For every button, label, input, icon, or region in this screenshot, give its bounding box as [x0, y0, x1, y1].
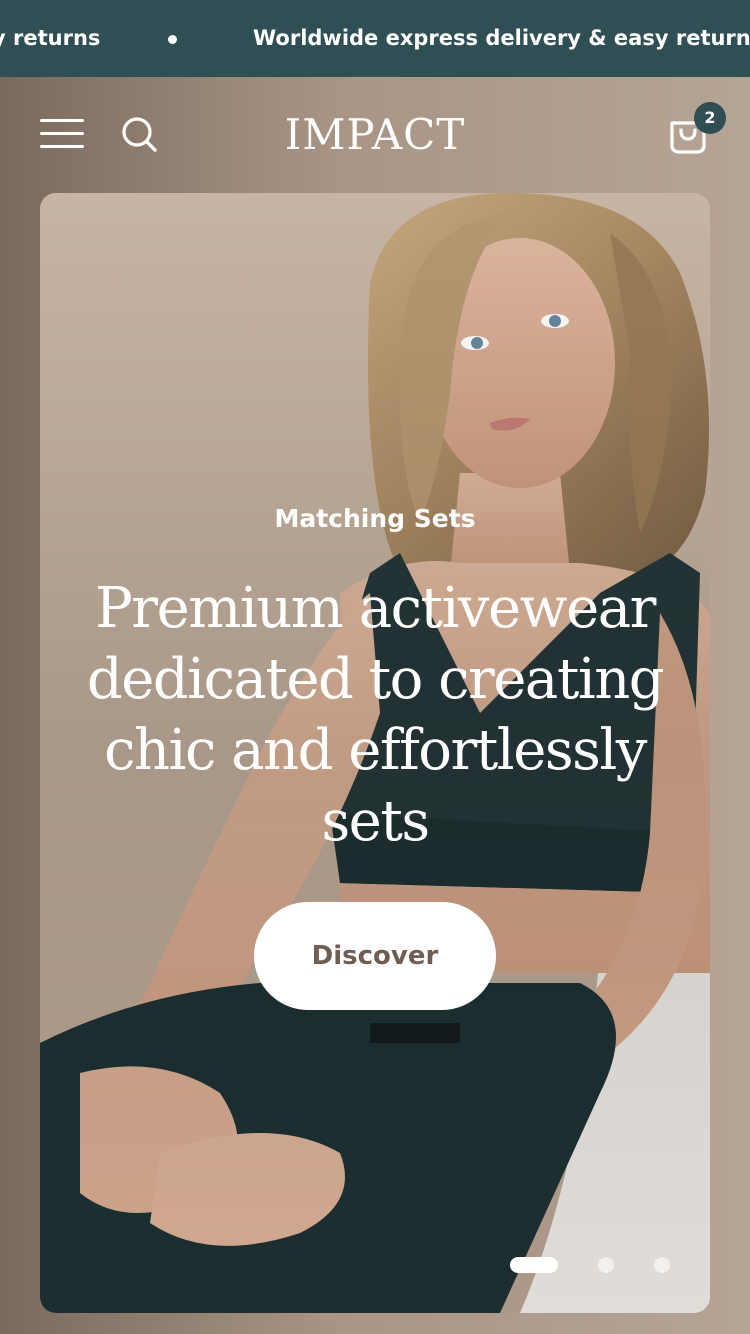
- hero-eyebrow: Matching Sets: [274, 504, 476, 533]
- announcement-separator: [168, 35, 177, 44]
- discover-button[interactable]: Discover: [254, 902, 496, 1010]
- announcement-text: Worldwide express delivery & easy return…: [253, 26, 750, 50]
- slide-dot-1-active[interactable]: [510, 1257, 558, 1273]
- cart-count-badge: 2: [694, 102, 726, 134]
- hero-slideshow: Matching Sets Premium activewear dedicat…: [40, 193, 710, 1313]
- hero-headline: Premium activewear dedicated to creating…: [86, 576, 665, 854]
- announcement-bar: y returns Worldwide express delivery & e…: [0, 0, 750, 77]
- slide-dot-2[interactable]: [598, 1257, 614, 1273]
- announcement-text-previous: y returns: [0, 26, 101, 50]
- site-logo[interactable]: IMPACT: [0, 109, 750, 161]
- site-header: IMPACT: [0, 77, 750, 193]
- slide-dot-3[interactable]: [654, 1257, 670, 1273]
